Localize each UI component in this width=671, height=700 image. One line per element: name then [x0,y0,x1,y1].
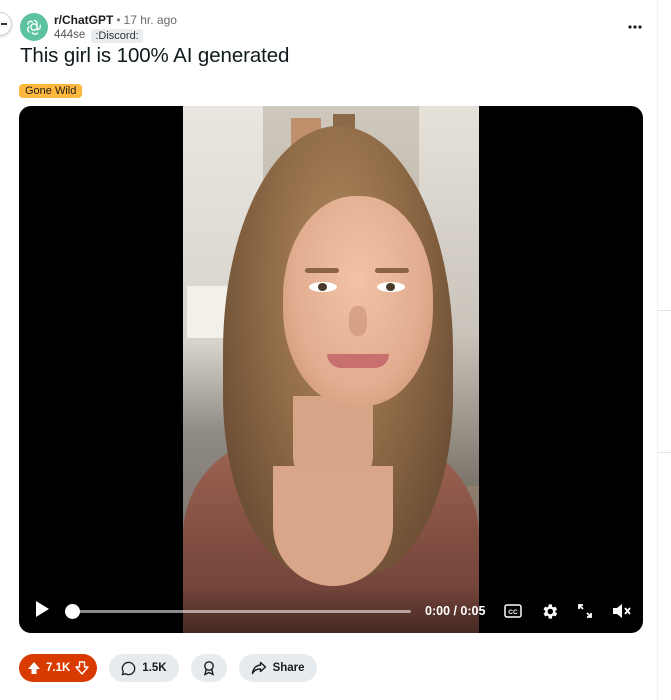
video-subject-face [283,196,433,406]
fullscreen-button[interactable] [575,601,595,621]
progress-bar[interactable] [65,610,411,613]
post-timestamp: 17 hr. ago [123,13,177,27]
collapse-toggle-button[interactable] [0,12,12,36]
progress-scrubber[interactable] [65,604,80,619]
comment-icon [122,661,136,675]
more-options-button[interactable] [624,16,646,38]
video-frame [183,106,479,633]
settings-button[interactable] [539,601,559,621]
fullscreen-icon [578,604,592,618]
svg-text:CC: CC [508,609,518,616]
award-button[interactable] [190,654,227,682]
video-subject [273,466,393,586]
share-label: Share [272,662,305,674]
upvote-icon[interactable] [27,661,41,675]
upvote-count: 7.1K [46,662,71,674]
post-header: r/ChatGPT • 17 hr. ago 444se :Discord: [20,13,177,43]
right-column-divider [657,0,658,700]
comment-count: 1.5K [142,662,167,674]
right-column-edge [658,452,671,453]
comments-button[interactable]: 1.5K [109,654,179,682]
video-player[interactable]: 0:00 / 0:05 CC [19,106,643,633]
settings-gear-icon [542,603,557,619]
right-column-edge [658,310,671,311]
meta-separator: • [116,13,121,27]
play-button[interactable] [31,598,53,620]
post-title: This girl is 100% AI generated [20,44,290,67]
play-icon [36,601,49,617]
closed-captions-icon: CC [504,604,522,618]
time-display: 0:00 / 0:05 [425,604,486,618]
user-flair: :Discord: [91,28,143,43]
share-button[interactable]: Share [238,654,317,682]
more-options-icon [628,25,642,29]
author-link[interactable]: 444se [54,28,85,43]
share-icon [251,661,266,675]
post-flair[interactable]: Gone Wild [19,84,83,98]
closed-captions-button[interactable]: CC [503,601,523,621]
award-icon [203,661,214,676]
video-controls: 0:00 / 0:05 CC [19,586,643,633]
chatgpt-logo-icon[interactable] [20,13,48,41]
post-actions: 7.1K 1.5K Share [19,654,317,682]
downvote-icon[interactable] [75,661,89,675]
mute-icon [612,604,631,618]
vote-control: 7.1K [19,654,98,682]
mute-button[interactable] [611,601,631,621]
subreddit-link[interactable]: r/ChatGPT [54,13,113,27]
